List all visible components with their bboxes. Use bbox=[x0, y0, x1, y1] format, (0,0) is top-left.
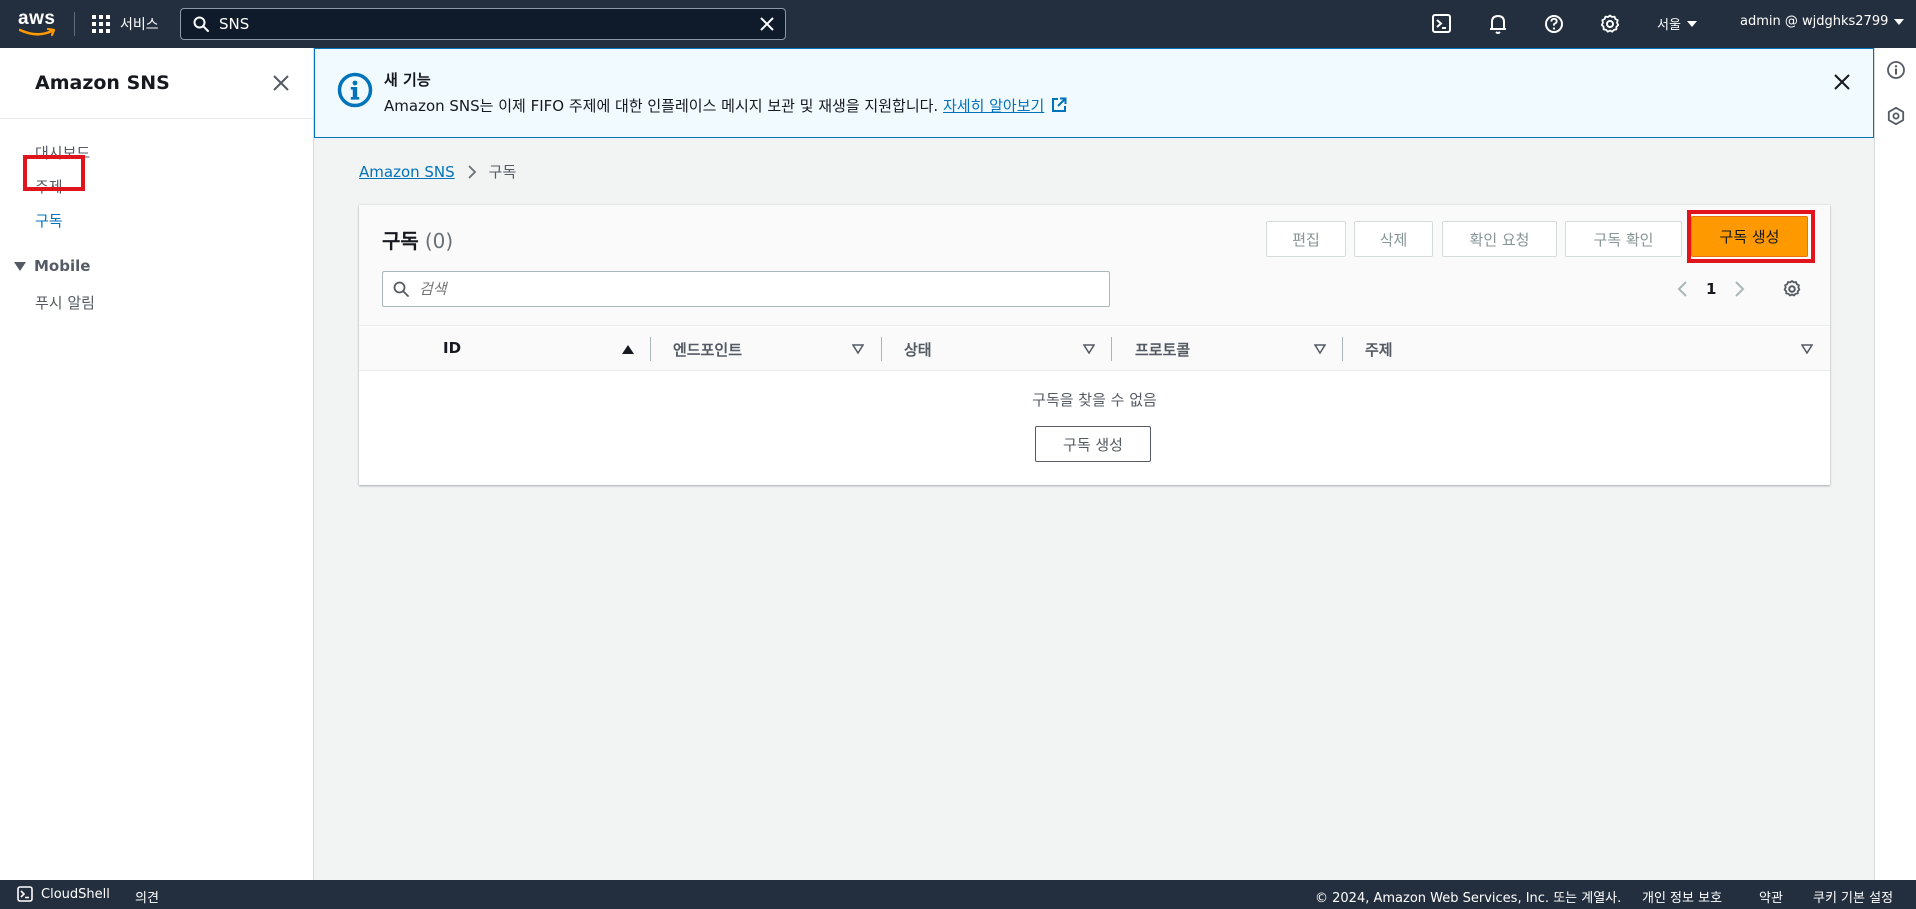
hexagon-icon[interactable] bbox=[1886, 106, 1906, 126]
sort-descending-icon[interactable] bbox=[1083, 344, 1095, 354]
table-title: 구독 (0) bbox=[382, 225, 453, 254]
table-search-input[interactable] bbox=[419, 280, 1099, 298]
cloudshell-icon bbox=[17, 886, 33, 902]
table-header: 구독(0) 편집 삭제 확인 요청 구독 확인 구독 생성 1 bbox=[359, 205, 1830, 326]
footer: CloudShell 의견 © 2024, Amazon Web Service… bbox=[0, 880, 1916, 909]
table-title-text: 구독 bbox=[382, 229, 419, 253]
subscriptions-table: 구독(0) 편집 삭제 확인 요청 구독 확인 구독 생성 1 bbox=[359, 205, 1830, 485]
external-link-icon[interactable] bbox=[1051, 97, 1067, 113]
info-icon bbox=[337, 72, 373, 108]
chevron-right-icon bbox=[468, 164, 476, 179]
copyright-text: © 2024, Amazon Web Services, Inc. 또는 계열사… bbox=[1315, 891, 1622, 906]
dismiss-banner-icon[interactable] bbox=[1833, 73, 1851, 91]
feedback-link[interactable]: 의견 bbox=[135, 887, 159, 906]
flash-message-text: Amazon SNS는 이제 FIFO 주제에 대한 인플레이스 메시지 보관 … bbox=[384, 97, 943, 115]
global-search-box[interactable] bbox=[180, 8, 786, 40]
top-navigation: aws 서비스 SNS 서울 admin @ wjdghks2799 bbox=[0, 0, 1916, 48]
edit-button[interactable]: 편집 bbox=[1266, 221, 1346, 257]
learn-more-link[interactable]: 자세히 알아보기 bbox=[943, 97, 1044, 115]
services-menu-button[interactable]: 서비스 bbox=[92, 12, 159, 36]
column-header-protocol[interactable]: 프로토콜 bbox=[1135, 339, 1190, 360]
cloudshell-icon[interactable] bbox=[1431, 12, 1453, 36]
terms-link[interactable]: 약관 bbox=[1759, 887, 1783, 906]
flash-banner: 새 기능 Amazon SNS는 이제 FIFO 주제에 대한 인플레이스 메시… bbox=[314, 48, 1874, 138]
nav-divider bbox=[74, 12, 75, 36]
privacy-link[interactable]: 개인 정보 보호 bbox=[1642, 887, 1722, 906]
sidenav-title: Amazon SNS bbox=[35, 72, 170, 94]
caret-down-icon bbox=[1686, 20, 1697, 27]
services-label: 서비스 bbox=[120, 17, 159, 33]
column-divider[interactable] bbox=[1342, 337, 1343, 361]
sort-descending-icon[interactable] bbox=[1314, 344, 1326, 354]
right-tools-rail bbox=[1874, 48, 1916, 880]
caret-down-icon bbox=[1894, 18, 1905, 25]
side-navigation: Amazon SNS 대시보드 주제 구독 Mobile 푸시 알림 bbox=[0, 48, 314, 880]
region-label: 서울 bbox=[1657, 18, 1681, 33]
page-number[interactable]: 1 bbox=[1706, 280, 1716, 298]
clear-search-icon[interactable] bbox=[759, 16, 775, 32]
confirm-subscription-button[interactable]: 구독 확인 bbox=[1565, 221, 1682, 257]
account-label: admin @ wjdghks2799 bbox=[1740, 14, 1889, 29]
request-confirmation-button[interactable]: 확인 요청 bbox=[1442, 221, 1557, 257]
sidebar-item-push-notifications[interactable]: 푸시 알림 bbox=[35, 292, 95, 313]
sidebar-section-label: Mobile bbox=[34, 257, 91, 275]
pagination: 1 bbox=[1676, 277, 1746, 301]
flash-message: Amazon SNS는 이제 FIFO 주제에 대한 인플레이스 메시지 보관 … bbox=[384, 95, 1067, 116]
breadcrumb-root-link[interactable]: Amazon SNS bbox=[359, 163, 455, 181]
help-icon[interactable] bbox=[1543, 12, 1565, 36]
column-divider[interactable] bbox=[881, 337, 882, 361]
account-menu[interactable]: admin @ wjdghks2799 bbox=[1740, 14, 1905, 29]
highlight-box bbox=[23, 155, 85, 191]
breadcrumb: Amazon SNS 구독 bbox=[359, 161, 516, 182]
column-header-endpoint[interactable]: 엔드포인트 bbox=[673, 339, 742, 360]
column-header-status[interactable]: 상태 bbox=[904, 339, 932, 360]
sort-descending-icon[interactable] bbox=[1801, 344, 1813, 354]
highlight-box bbox=[1687, 210, 1815, 263]
sort-ascending-icon[interactable] bbox=[622, 345, 634, 354]
close-icon[interactable] bbox=[272, 74, 290, 92]
cloudshell-button[interactable]: CloudShell bbox=[17, 886, 110, 902]
column-header-topic[interactable]: 주제 bbox=[1365, 339, 1393, 360]
grid-icon bbox=[92, 15, 110, 33]
table-count: (0) bbox=[424, 229, 454, 253]
aws-logo[interactable]: aws bbox=[18, 8, 56, 38]
column-divider[interactable] bbox=[650, 337, 651, 361]
settings-gear-icon[interactable] bbox=[1599, 12, 1621, 36]
triangle-down-icon bbox=[14, 261, 26, 271]
column-divider[interactable] bbox=[1111, 337, 1112, 361]
table-column-headers: ID 엔드포인트 상태 프로토콜 주제 bbox=[359, 327, 1830, 371]
cloudshell-label: CloudShell bbox=[41, 886, 110, 902]
chevron-left-icon[interactable] bbox=[1676, 279, 1690, 299]
table-search-box[interactable] bbox=[382, 271, 1110, 307]
notifications-bell-icon[interactable] bbox=[1487, 12, 1509, 36]
search-icon bbox=[193, 16, 209, 32]
sidenav-divider bbox=[0, 118, 313, 119]
aws-logo-text: aws bbox=[18, 8, 56, 29]
sidebar-section-mobile[interactable]: Mobile bbox=[14, 257, 90, 275]
cookie-preferences-link[interactable]: 쿠키 기본 설정 bbox=[1813, 887, 1893, 906]
column-header-id[interactable]: ID bbox=[443, 339, 461, 357]
sort-descending-icon[interactable] bbox=[852, 344, 864, 354]
region-selector[interactable]: 서울 bbox=[1657, 14, 1697, 33]
flash-heading: 새 기능 bbox=[384, 71, 431, 89]
search-icon bbox=[393, 281, 409, 297]
empty-state-message: 구독을 찾을 수 없음 bbox=[1032, 391, 1157, 409]
table-settings-gear-icon[interactable] bbox=[1782, 279, 1802, 299]
info-panel-icon[interactable] bbox=[1886, 60, 1906, 80]
global-search-input[interactable] bbox=[219, 15, 739, 33]
empty-state-create-button[interactable]: 구독 생성 bbox=[1035, 426, 1151, 462]
sidebar-item-subscriptions[interactable]: 구독 bbox=[35, 210, 63, 231]
delete-button[interactable]: 삭제 bbox=[1354, 221, 1433, 257]
chevron-right-icon[interactable] bbox=[1732, 279, 1746, 299]
aws-smile-icon bbox=[19, 28, 56, 37]
breadcrumb-current: 구독 bbox=[488, 163, 517, 181]
